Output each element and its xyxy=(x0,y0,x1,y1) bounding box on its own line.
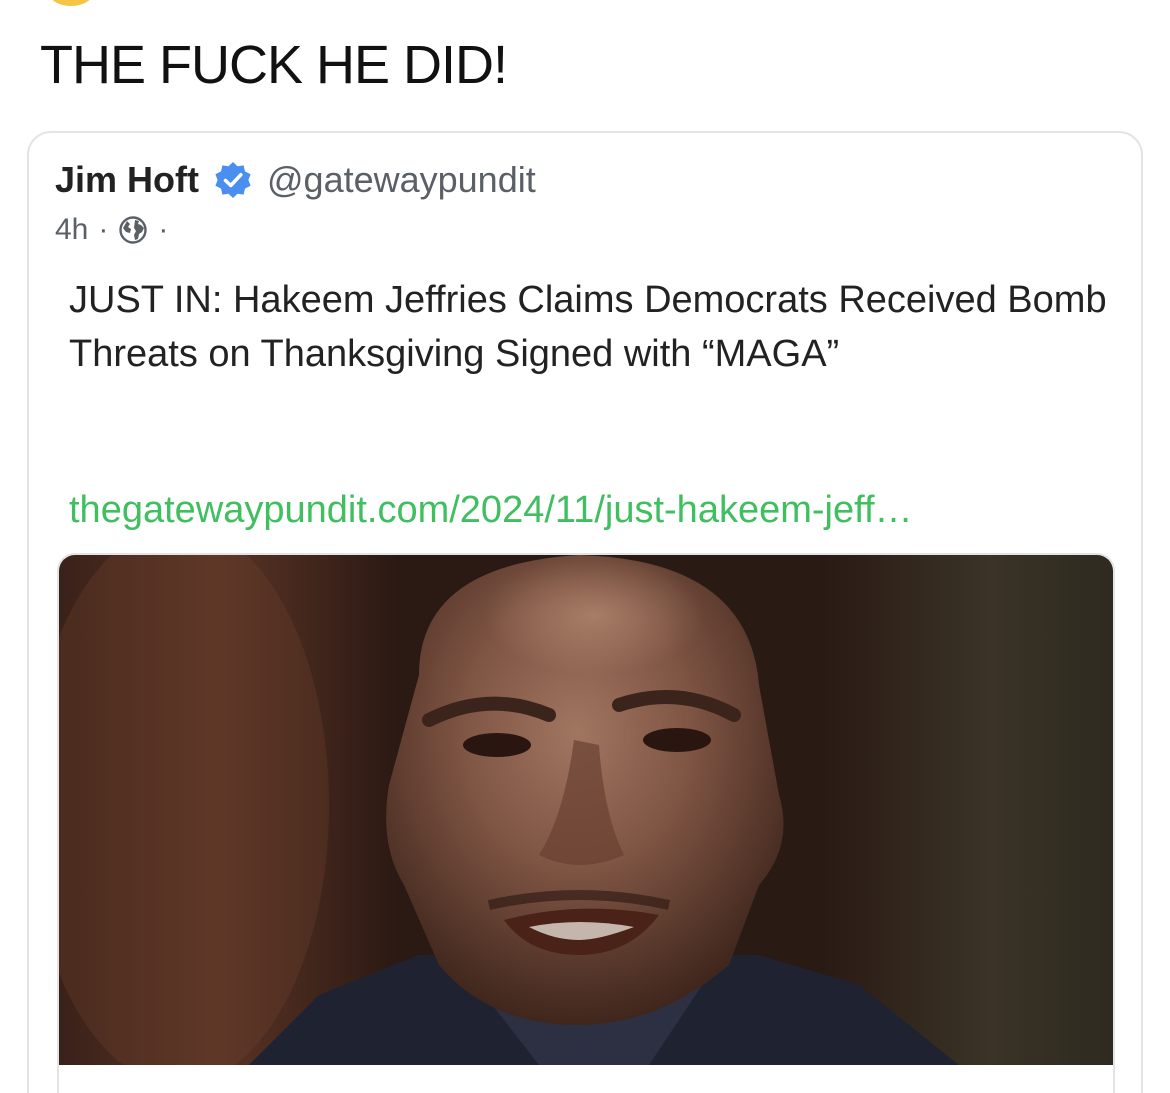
article-link[interactable]: thegatewaypundit.com/2024/11/just-hakeem… xyxy=(69,489,913,532)
author-row: Jim Hoft @gatewaypundit xyxy=(55,159,536,201)
emoji-icon xyxy=(48,0,94,6)
quoted-post-card[interactable]: Jim Hoft @gatewaypundit 4h · · JUST IN: … xyxy=(27,131,1143,1093)
author-name[interactable]: Jim Hoft xyxy=(55,159,199,201)
meta-separator: · xyxy=(158,213,169,246)
quoted-headline: JUST IN: Hakeem Jeffries Claims Democrat… xyxy=(69,279,1107,375)
author-handle[interactable]: @gatewaypundit xyxy=(267,159,536,201)
post-screen: THE FUCK HE DID! Jim Hoft @gatewaypundit… xyxy=(0,0,1170,1093)
post-meta: 4h · · xyxy=(55,213,178,247)
link-preview-image xyxy=(59,555,1113,1065)
link-preview-card[interactable] xyxy=(57,553,1115,1093)
post-time: 4h xyxy=(55,213,89,246)
globe-icon xyxy=(118,215,148,245)
meta-separator: · xyxy=(98,213,109,246)
verified-badge-icon xyxy=(213,160,253,200)
post-text: THE FUCK HE DID! xyxy=(40,35,508,95)
